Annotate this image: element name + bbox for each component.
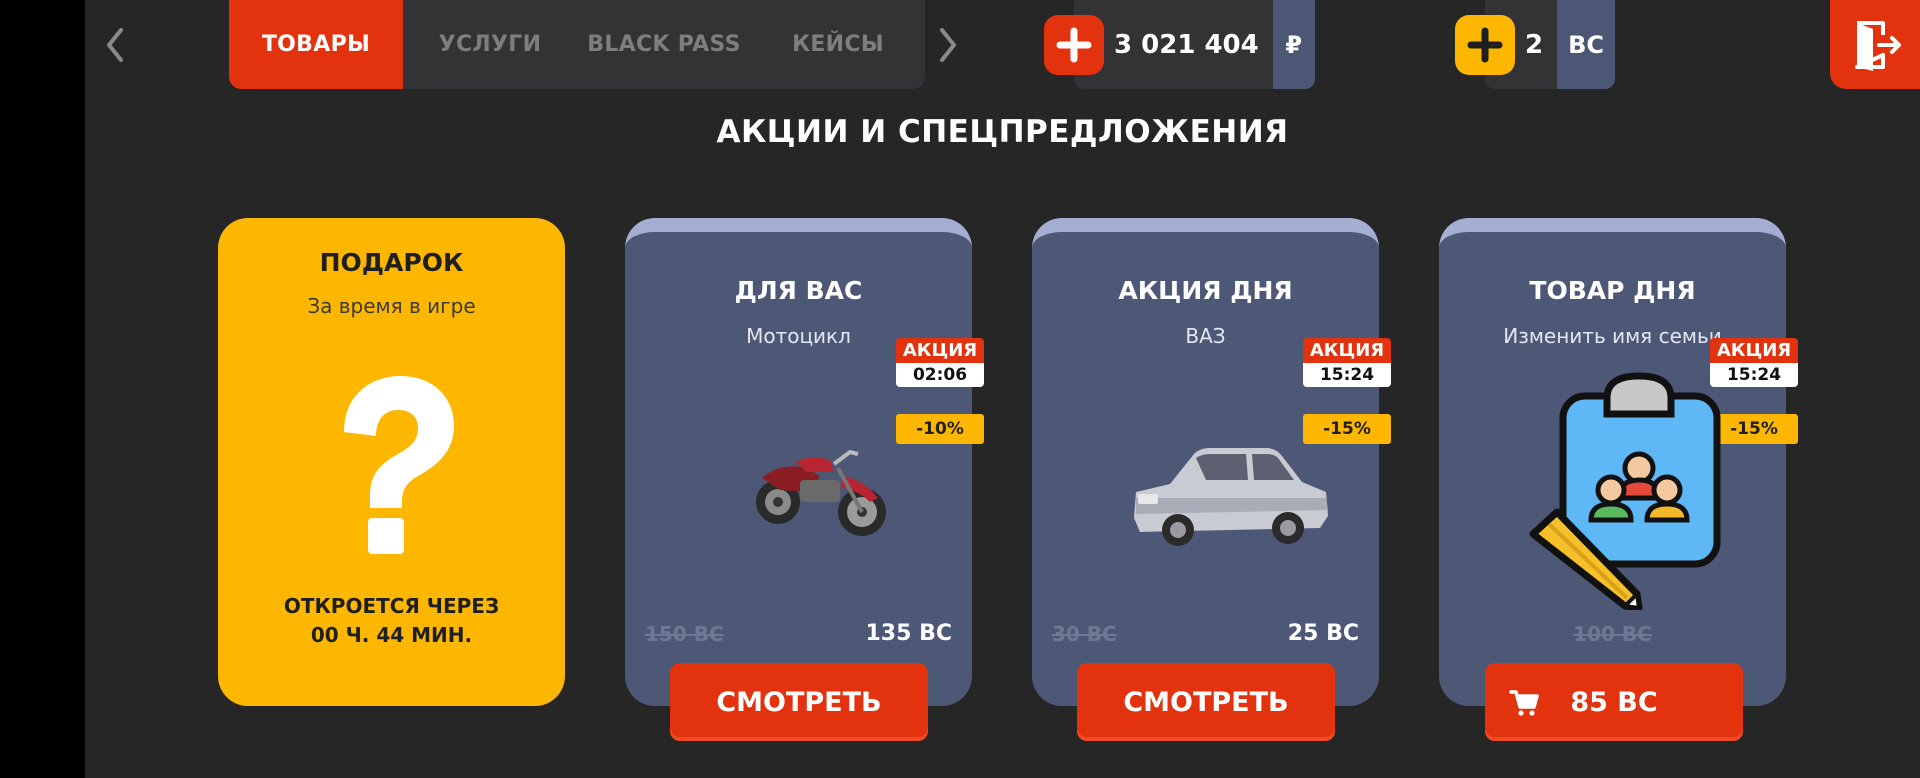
promo-badge: АКЦИЯ 02:06 xyxy=(896,338,984,387)
old-price: 100 BC xyxy=(1573,622,1652,646)
promo-label: АКЦИЯ xyxy=(1303,338,1391,363)
view-button-for-you[interactable]: СМОТРЕТЬ xyxy=(670,663,928,741)
tab-tovary[interactable]: ТОВАРЫ xyxy=(229,0,403,89)
promo-timer: 02:06 xyxy=(896,363,984,387)
tab-uslugi[interactable]: УСЛУГИ xyxy=(403,0,577,89)
category-tabs: ТОВАРЫ УСЛУГИ BLACK PASS КЕЙСЫ xyxy=(229,0,925,89)
promo-label: АКЦИЯ xyxy=(896,338,984,363)
offer-title: ТОВАР ДНЯ xyxy=(1529,276,1696,305)
bc-amount: 2 xyxy=(1525,29,1544,60)
gift-opens-label: ОТКРОЕТСЯ ЧЕРЕЗ xyxy=(283,594,500,618)
plus-icon[interactable] xyxy=(1455,14,1515,75)
old-price: 150 BC xyxy=(645,622,724,646)
chevron-right-icon[interactable] xyxy=(930,22,966,68)
discount-badge: -10% xyxy=(896,414,984,444)
tab-keisy[interactable]: КЕЙСЫ xyxy=(751,0,925,89)
tab-black-pass[interactable]: BLACK PASS xyxy=(577,0,751,89)
question-mark-icon xyxy=(344,376,454,554)
exit-button[interactable] xyxy=(1830,0,1920,89)
new-price: 25 BC xyxy=(1287,621,1359,646)
offer-card-product-of-day[interactable]: ТОВАР ДНЯ Изменить имя семьи АКЦИЯ 15:24… xyxy=(1439,218,1798,706)
family-rename-image xyxy=(1529,372,1721,610)
offer-title: ДЛЯ ВАС xyxy=(734,276,863,305)
rub-balance: 3 021 404 ₽ xyxy=(1044,0,1315,89)
new-price: 135 BC xyxy=(865,621,953,646)
bc-balance: 2 BC xyxy=(1455,0,1616,89)
offer-title: АКЦИЯ ДНЯ xyxy=(1118,276,1293,305)
bc-currency: BC xyxy=(1557,0,1616,89)
offer-card-for-you[interactable]: ДЛЯ ВАС Мотоцикл АКЦИЯ 02:06 -10% 150 BC… xyxy=(625,218,984,706)
buy-price-label: 85 BC xyxy=(1570,686,1658,718)
exit-door-icon xyxy=(1855,20,1901,71)
gift-opens-time: 00 Ч. 44 МИН. xyxy=(310,623,473,647)
promo-badge: АКЦИЯ 15:24 xyxy=(1303,338,1391,387)
car-image xyxy=(1134,448,1328,546)
gift-title: ПОДАРОК xyxy=(319,248,464,277)
shop-screen: ТОВАРЫ УСЛУГИ BLACK PASS КЕЙСЫ 3 021 404… xyxy=(85,0,1920,778)
offer-card-deal-of-day[interactable]: АКЦИЯ ДНЯ ВАЗ АКЦИЯ 15:24 -15% 30 BC 25 … xyxy=(1032,218,1391,706)
old-price: 30 BC xyxy=(1052,622,1117,646)
rub-amount: 3 021 404 xyxy=(1114,29,1259,60)
chevron-left-icon[interactable] xyxy=(97,22,133,68)
promo-label: АКЦИЯ xyxy=(1710,338,1798,363)
section-title: АКЦИИ И СПЕЦПРЕДЛОЖЕНИЯ xyxy=(716,114,1289,150)
gift-card[interactable]: ПОДАРОК За время в игре ОТКРОЕТСЯ ЧЕРЕЗ … xyxy=(218,218,565,706)
buy-button-product-of-day[interactable]: 85 BC xyxy=(1485,663,1743,741)
gift-subtitle: За время в игре xyxy=(307,294,476,318)
view-button-deal-of-day[interactable]: СМОТРЕТЬ xyxy=(1077,663,1335,741)
cart-icon xyxy=(1509,690,1539,716)
rub-currency: ₽ xyxy=(1272,0,1315,89)
rub-balance-pill: 3 021 404 ₽ xyxy=(1074,0,1315,89)
motorcycle-image xyxy=(756,449,886,536)
plus-icon[interactable] xyxy=(1044,14,1104,75)
gift-opens-timer: ОТКРОЕТСЯ ЧЕРЕЗ 00 Ч. 44 МИН. xyxy=(218,592,565,650)
promo-timer: 15:24 xyxy=(1303,363,1391,387)
